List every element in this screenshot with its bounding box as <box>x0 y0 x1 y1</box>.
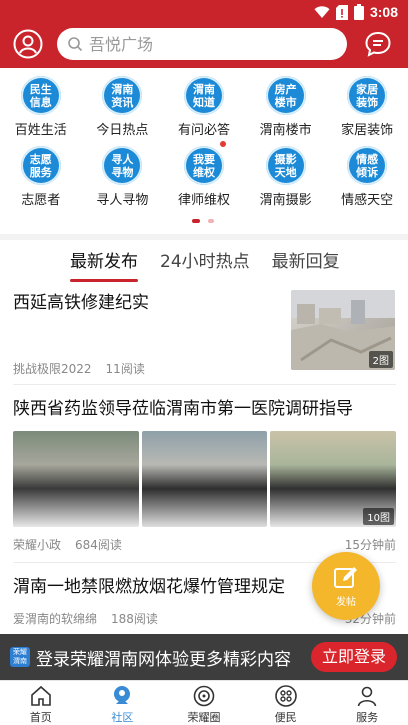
lost-found-icon: 寻人寻物 <box>102 146 143 185</box>
post-meta: 挑战极限2022 11阅读 <box>13 360 145 377</box>
tab-latest-replies[interactable]: 最新回复 <box>272 240 340 284</box>
nav-label: 便民 <box>274 711 297 724</box>
post-photo-row: 10图 <box>13 431 397 527</box>
feed-tabs: 最新发布 24小时热点 最新回复 <box>0 240 408 284</box>
category-jinri-redian[interactable]: 渭南资讯 今日热点 <box>82 68 164 138</box>
category-row-2: 志愿服务 志愿者 寻人寻物 寻人寻物 我要维权 律师维权 摄影天地 渭南摄影 情… <box>0 138 408 208</box>
battery-icon <box>353 4 364 20</box>
message-button[interactable] <box>364 30 392 58</box>
bottom-nav: 首页 社区 荣耀圈 便民 服务 <box>0 680 408 725</box>
edit-icon <box>334 566 357 588</box>
post-photo[interactable]: 10图 <box>270 431 397 527</box>
post-time: 15分钟前 <box>344 538 396 552</box>
new-post-label: 发帖 <box>336 596 356 608</box>
nav-home[interactable]: 首页 <box>0 681 82 725</box>
post-reads: 11阅读 <box>105 362 145 376</box>
nav-label: 首页 <box>29 711 52 724</box>
category-youwen-bida[interactable]: 渭南知道 有问必答 <box>163 68 245 138</box>
post-title: 西延高铁修建纪实 <box>13 293 149 313</box>
nav-service[interactable]: 服务 <box>326 681 408 725</box>
person-icon <box>357 686 377 707</box>
category-label: 情感天空 <box>341 193 394 208</box>
category-label: 家居装饰 <box>341 123 394 138</box>
nav-label: 荣耀圈 <box>187 711 221 724</box>
image-count-badge: 10图 <box>363 508 395 525</box>
real-estate-icon: 房产楼市 <box>265 76 306 115</box>
category-weinan-loushi[interactable]: 房产楼市 渭南楼市 <box>245 68 327 138</box>
post-author: 爱渭南的软绵绵 <box>13 612 98 626</box>
post-reads: 188阅读 <box>111 612 158 626</box>
search-icon <box>68 37 83 52</box>
community-icon <box>114 686 131 704</box>
post-author: 挑战极限2022 <box>13 362 92 376</box>
wifi-icon <box>314 6 330 18</box>
tab-latest[interactable]: 最新发布 <box>70 240 138 284</box>
nav-honor-circle[interactable]: 荣耀圈 <box>163 681 245 725</box>
app-logo: 荣耀渭南 <box>10 647 30 667</box>
grid-icon <box>274 685 297 707</box>
category-label: 律师维权 <box>177 193 230 208</box>
category-label: 有问必答 <box>177 123 230 138</box>
tab-24h-hot[interactable]: 24小时热点 <box>160 240 250 284</box>
post-photo[interactable] <box>13 431 139 527</box>
emotion-icon: 情感倾诉 <box>347 146 388 185</box>
photography-icon: 摄影天地 <box>265 146 306 185</box>
category-label: 渭南楼市 <box>259 123 312 138</box>
pager-dot <box>208 219 214 223</box>
nav-label: 社区 <box>111 711 134 724</box>
category-weinan-sheying[interactable]: 摄影天地 渭南摄影 <box>245 138 327 208</box>
post-item[interactable]: 西延高铁修建纪实 挑战极限2022 11阅读 2图 <box>13 290 396 382</box>
category-label: 百姓生活 <box>14 123 67 138</box>
status-bar: 3:08 <box>0 0 408 24</box>
post-title: 陕西省药监领导莅临渭南市第一医院调研指导 <box>13 399 353 419</box>
nav-community[interactable]: 社区 <box>82 681 164 725</box>
user-avatar-button[interactable] <box>13 29 43 59</box>
category-label: 渭南摄影 <box>259 193 312 208</box>
volunteer-icon: 志愿服务 <box>20 146 61 185</box>
category-grid: 民生信息 百姓生活 渭南资讯 今日热点 渭南知道 有问必答 房产楼市 渭南楼市 … <box>0 68 408 232</box>
post-meta: 荣耀小政 684阅读 15分钟前 <box>13 536 396 553</box>
rights-icon: 我要维权 <box>183 146 224 185</box>
category-zhiyuanzhe[interactable]: 志愿服务 志愿者 <box>0 138 82 208</box>
status-time: 3:08 <box>369 4 398 20</box>
home-decor-icon: 家居装饰 <box>347 76 388 115</box>
category-label: 志愿者 <box>21 193 61 208</box>
notification-dot <box>220 141 226 147</box>
post-reads: 684阅读 <box>75 538 122 552</box>
qa-icon: 渭南知道 <box>183 76 224 115</box>
category-label: 今日热点 <box>96 123 149 138</box>
post-item[interactable]: 陕西省药监领导莅临渭南市第一医院调研指导 10图 荣耀小政 684阅读 15分钟… <box>13 396 397 552</box>
news-icon: 渭南资讯 <box>102 76 143 115</box>
category-label: 寻人寻物 <box>96 193 149 208</box>
login-button[interactable]: 立即登录 <box>311 642 397 672</box>
pager-dot-active <box>192 219 200 223</box>
top-header <box>0 24 408 68</box>
user-icon <box>13 29 43 59</box>
category-xunren-xunwu[interactable]: 寻人寻物 寻人寻物 <box>82 138 164 208</box>
minsheng-icon: 民生信息 <box>20 76 61 115</box>
category-row-1: 民生信息 百姓生活 渭南资讯 今日热点 渭南知道 有问必答 房产楼市 渭南楼市 … <box>0 68 408 138</box>
nav-label: 服务 <box>356 711 379 724</box>
post-thumbnail[interactable]: 2图 <box>291 290 395 370</box>
new-post-button[interactable]: 发帖 <box>312 552 380 620</box>
category-lvshi-weiquan[interactable]: 我要维权 律师维权 <box>163 138 245 208</box>
divider-line <box>13 384 396 385</box>
post-photo[interactable] <box>141 431 268 527</box>
category-jiaju-zhuangshi[interactable]: 家居装饰 家居装饰 <box>326 68 408 138</box>
circle-icon <box>193 685 215 707</box>
post-author: 荣耀小政 <box>13 538 62 552</box>
sim-alert-icon <box>335 4 348 20</box>
grid-pager[interactable] <box>192 219 214 223</box>
search-bar[interactable] <box>57 28 347 60</box>
login-banner: 荣耀渭南 登录荣耀渭南网体验更多精彩内容 立即登录 <box>0 634 408 680</box>
chat-icon <box>365 31 391 57</box>
category-qinggan-tiankong[interactable]: 情感倾诉 情感天空 <box>326 138 408 208</box>
image-count-badge: 2图 <box>368 351 393 368</box>
status-icons: 3:08 <box>314 3 398 21</box>
banner-text: 登录荣耀渭南网体验更多精彩内容 <box>36 649 291 670</box>
home-icon <box>30 685 51 706</box>
category-baixing-shenghuo[interactable]: 民生信息 百姓生活 <box>0 68 82 138</box>
search-input[interactable] <box>89 34 329 54</box>
nav-convenience[interactable]: 便民 <box>245 681 327 725</box>
